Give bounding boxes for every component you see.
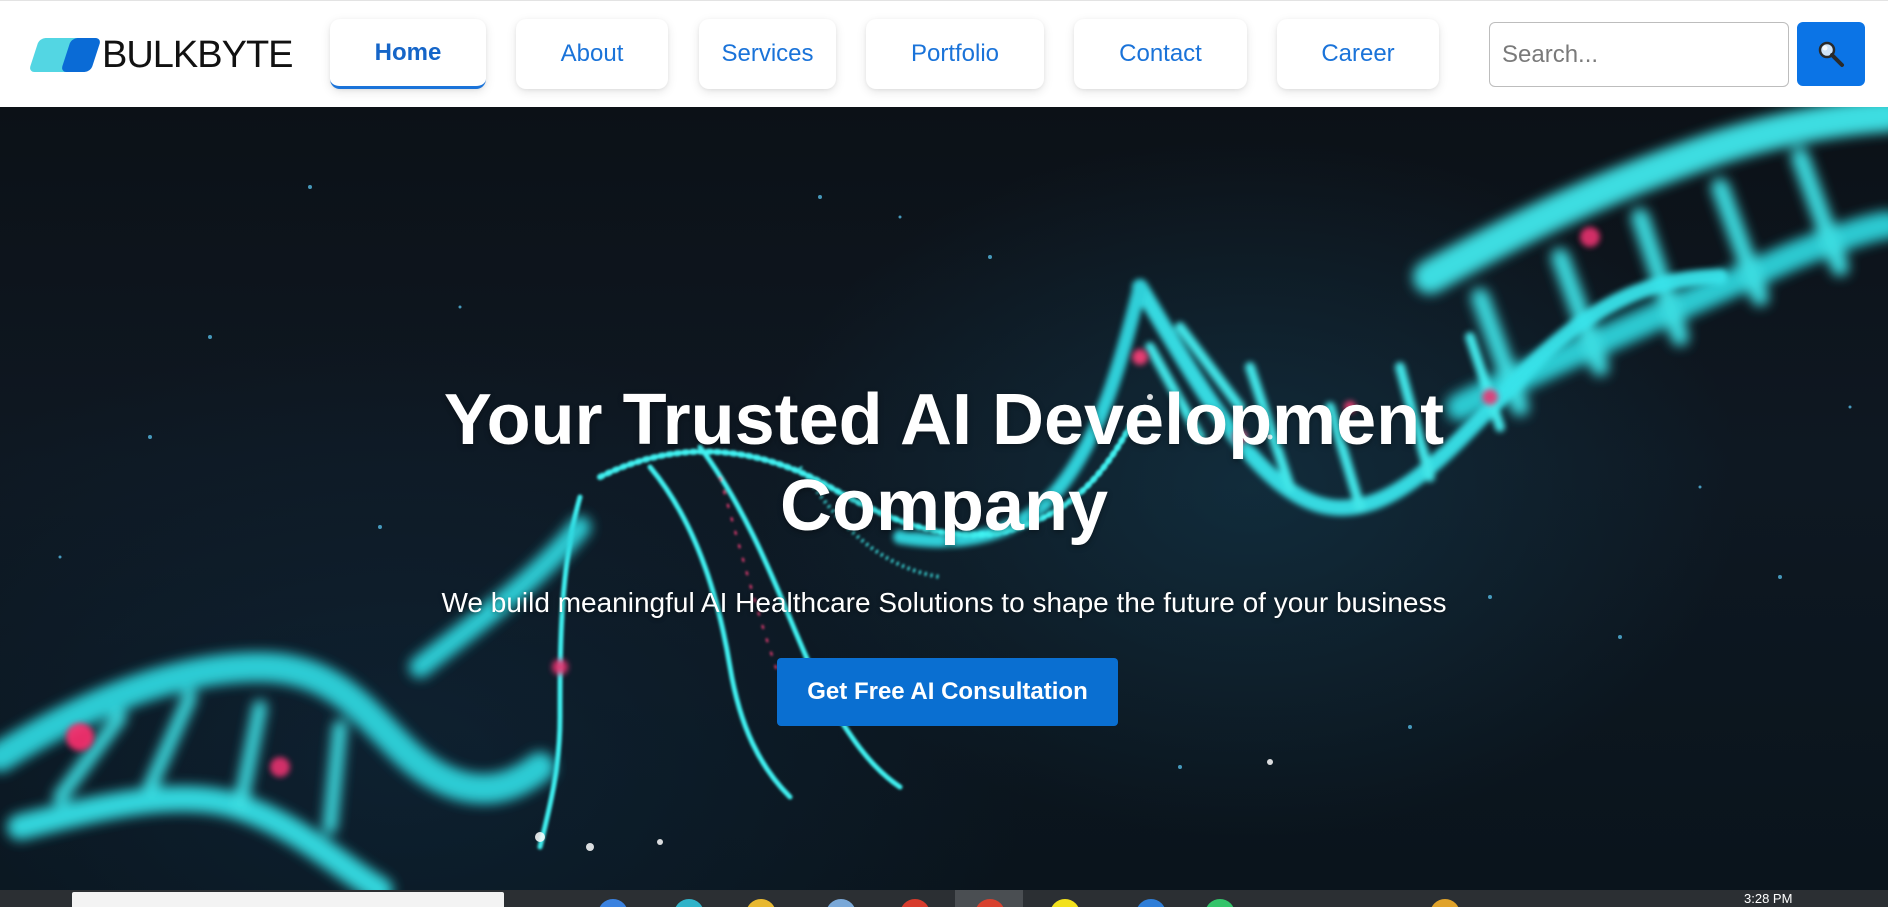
taskbar-app-icon[interactable] (826, 899, 856, 907)
nav-home[interactable]: Home (330, 19, 486, 89)
taskbar-search-box[interactable] (72, 892, 504, 907)
hero-title: Your Trusted AI Development Company (443, 380, 1445, 546)
taskbar-app-icon[interactable] (1430, 899, 1460, 907)
search-input[interactable] (1489, 22, 1789, 87)
site-header: BULKBYTE Home About Services Portfolio C… (0, 0, 1888, 107)
os-taskbar: 3:28 PM (0, 890, 1888, 907)
nav-services[interactable]: Services (699, 19, 836, 89)
taskbar-app-icon[interactable] (1205, 899, 1235, 907)
taskbar-app-icon[interactable] (900, 899, 930, 907)
magnifier-icon (1818, 41, 1844, 67)
taskbar-app-icon[interactable] (598, 899, 628, 907)
logo-mark-icon (28, 36, 102, 74)
nav-contact[interactable]: Contact (1074, 19, 1247, 89)
taskbar-app-icon[interactable] (674, 899, 704, 907)
search-button[interactable] (1797, 22, 1865, 86)
nav-about[interactable]: About (516, 19, 668, 89)
hero-subtitle: We build meaningful AI Healthcare Soluti… (441, 587, 1447, 618)
logo-text: BULKBYTE (102, 34, 294, 76)
taskbar-folder-icon[interactable] (746, 899, 776, 907)
nav-portfolio[interactable]: Portfolio (866, 19, 1044, 89)
hero-section: Your Trusted AI Development Company We b… (0, 107, 1888, 890)
taskbar-app-icon[interactable] (1050, 899, 1080, 907)
brand-logo[interactable]: BULKBYTE (28, 34, 294, 76)
nav-career[interactable]: Career (1277, 19, 1439, 89)
taskbar-app-icon[interactable] (1136, 899, 1166, 907)
free-consultation-button[interactable]: Get Free AI Consultation (777, 658, 1118, 726)
taskbar-clock[interactable]: 3:28 PM (1744, 892, 1792, 905)
